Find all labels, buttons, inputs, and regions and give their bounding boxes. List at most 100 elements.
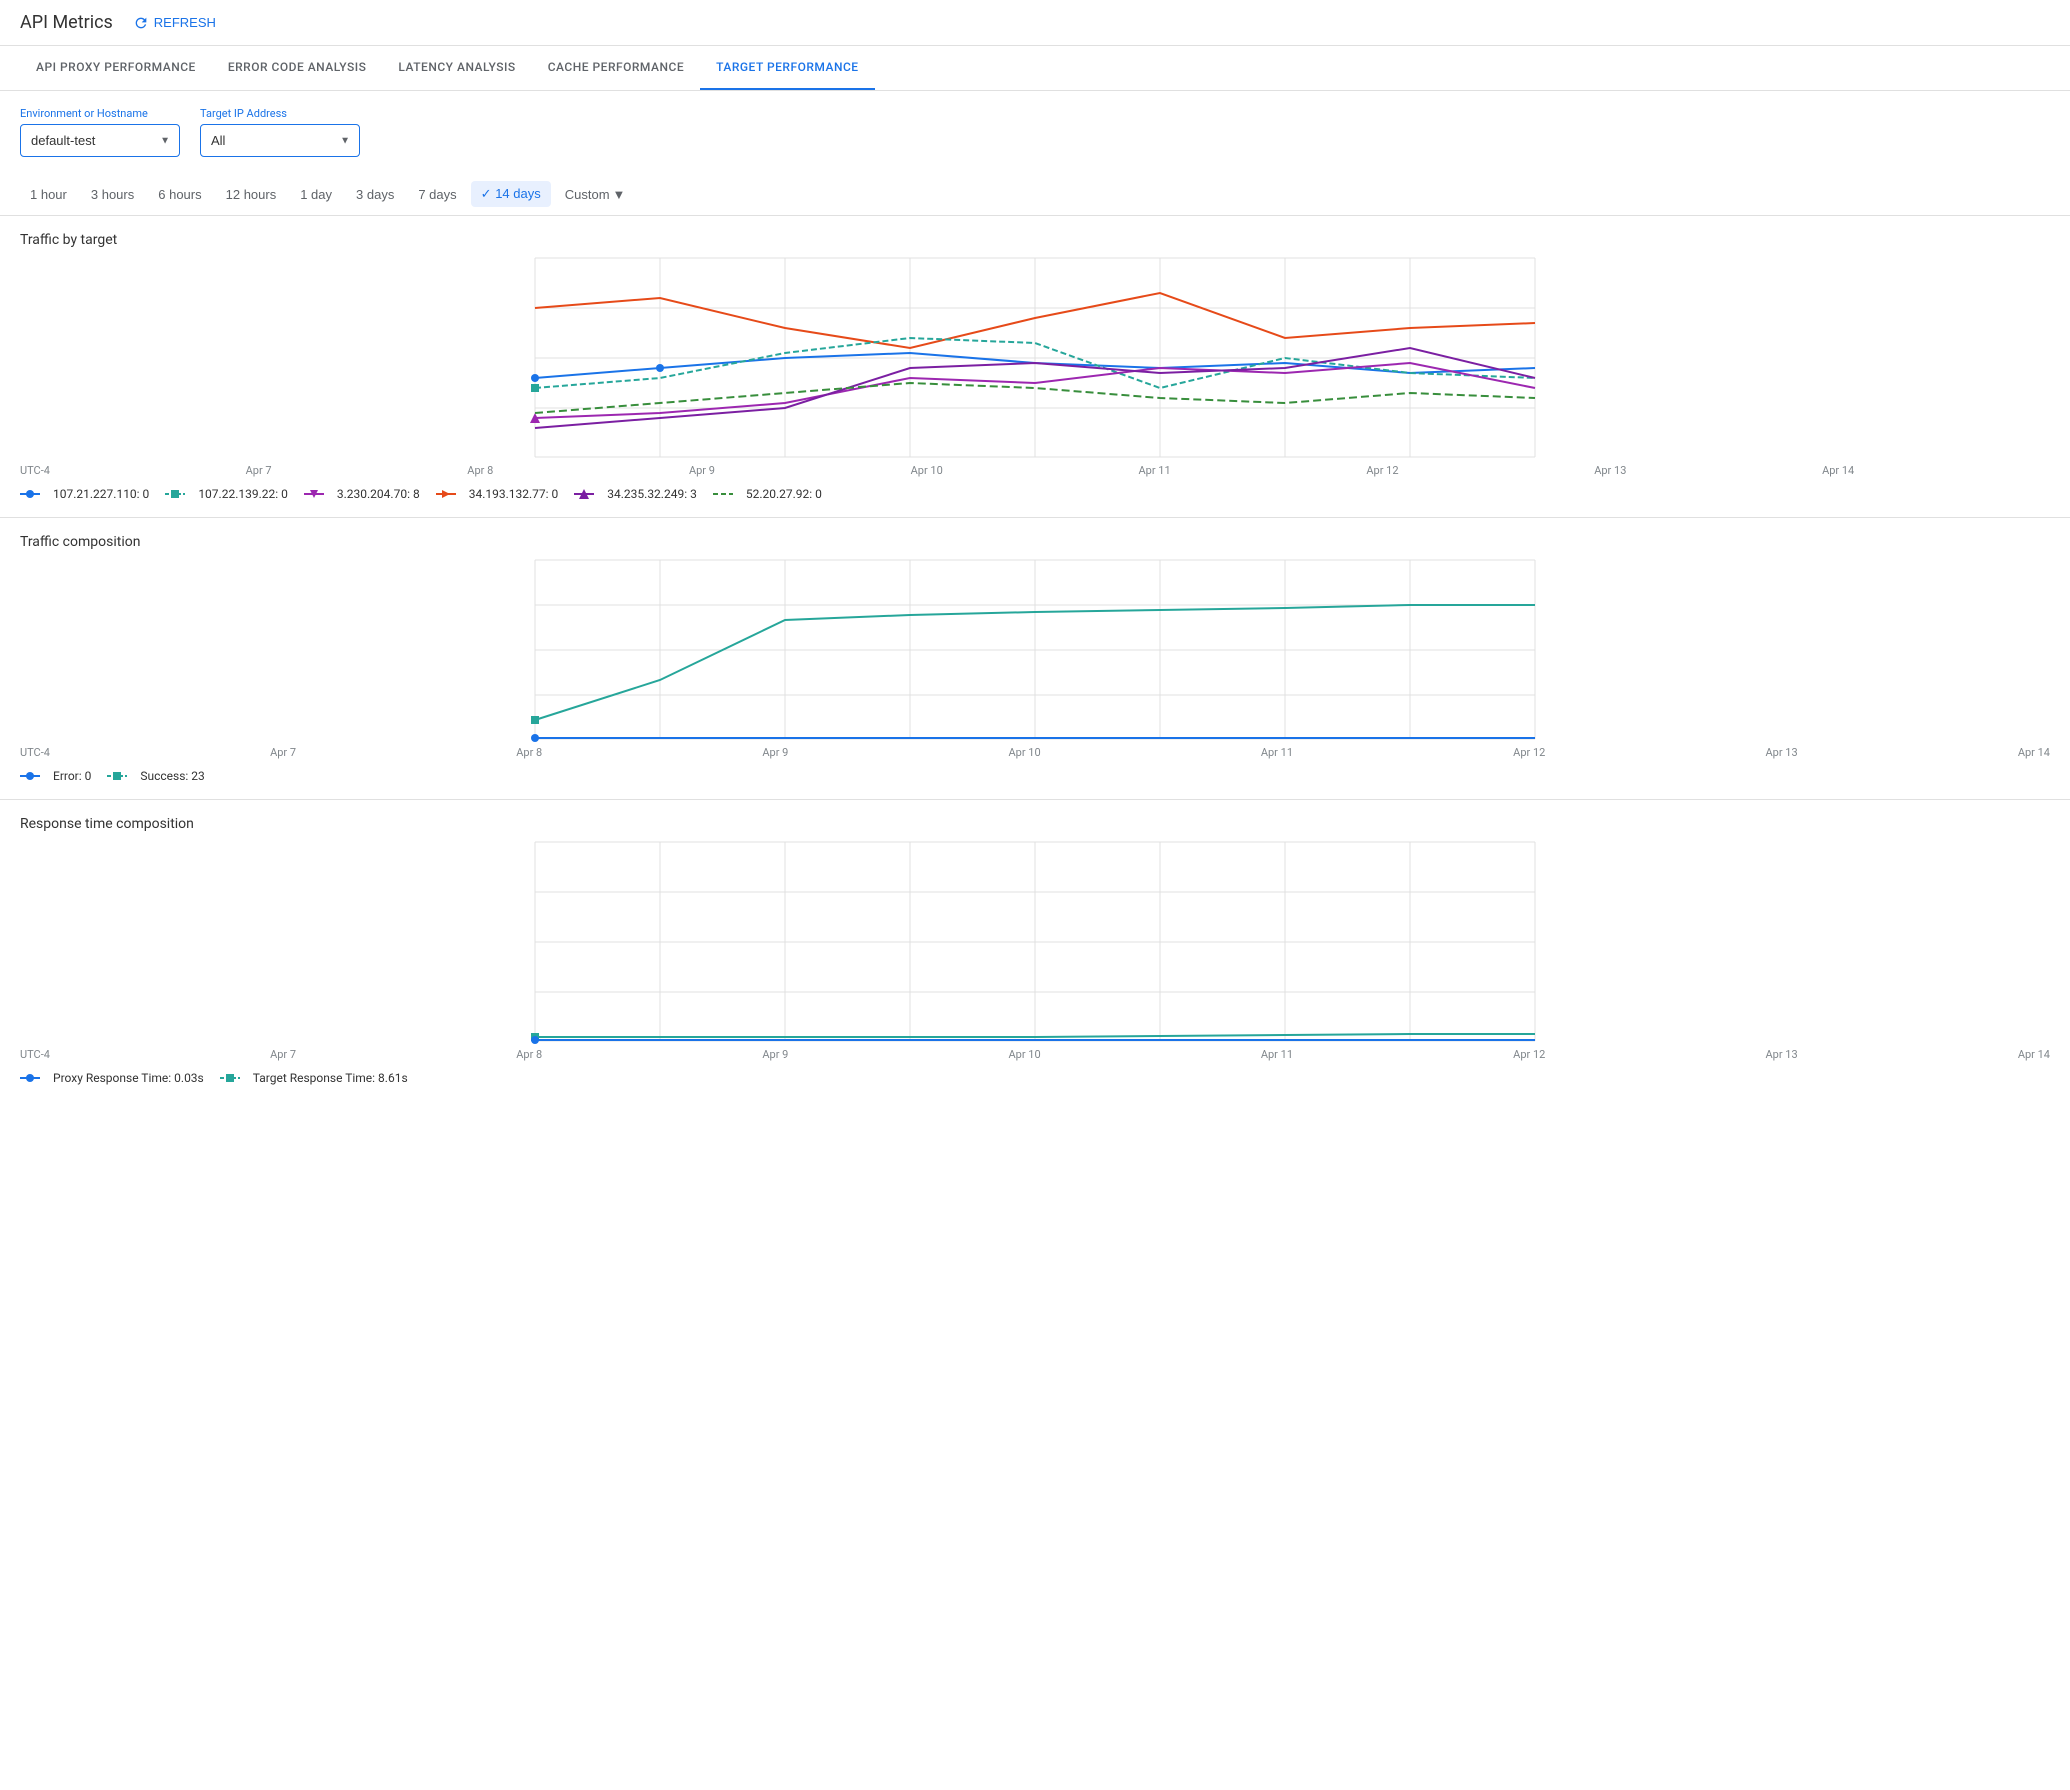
- legend-item-1: 107.21.227.110: 0: [20, 487, 149, 501]
- legend-line-6: [713, 488, 741, 500]
- traffic-by-target-chart: UTC-4 Apr 7 Apr 8 Apr 9 Apr 10 Apr 11 Ap…: [20, 258, 2050, 501]
- refresh-button[interactable]: REFRESH: [133, 15, 216, 31]
- time-12hours[interactable]: 12 hours: [216, 182, 287, 207]
- response-time-svg: [20, 842, 2050, 1042]
- x3-label-apr10: Apr 10: [1009, 1048, 1041, 1061]
- time-1day[interactable]: 1 day: [290, 182, 342, 207]
- x3-label-apr12: Apr 12: [1513, 1048, 1545, 1061]
- response-time-chart: UTC-4 Apr 7 Apr 8 Apr 9 Apr 10 Apr 11 Ap…: [20, 842, 2050, 1085]
- page-header: API Metrics REFRESH: [0, 0, 2070, 46]
- traffic-by-target-svg: [20, 258, 2050, 458]
- x2-label-apr7: Apr 7: [270, 746, 296, 759]
- checkmark-icon: ✓: [481, 186, 492, 201]
- legend-success-label: Success: 23: [140, 769, 204, 783]
- traffic-composition-chart: UTC-4 Apr 7 Apr 8 Apr 9 Apr 10 Apr 11 Ap…: [20, 560, 2050, 783]
- x2-label-apr12: Apr 12: [1513, 746, 1545, 759]
- traffic-composition-title: Traffic composition: [20, 534, 2050, 550]
- tab-api-proxy[interactable]: API PROXY PERFORMANCE: [20, 46, 212, 90]
- traffic-by-target-title: Traffic by target: [20, 232, 2050, 248]
- response-time-section: Response time composition: [0, 800, 2070, 1101]
- x-label-apr12: Apr 12: [1366, 464, 1398, 477]
- legend-proxy-label: Proxy Response Time: 0.03s: [53, 1071, 204, 1085]
- time-14days-label: 14 days: [495, 186, 541, 201]
- legend-line-2: [165, 488, 193, 500]
- tab-bar: API PROXY PERFORMANCE ERROR CODE ANALYSI…: [0, 46, 2070, 91]
- x2-label-apr10: Apr 10: [1009, 746, 1041, 759]
- legend-line-3: [304, 488, 332, 500]
- tab-error-code[interactable]: ERROR CODE ANALYSIS: [212, 46, 383, 90]
- traffic-target-x-labels: UTC-4 Apr 7 Apr 8 Apr 9 Apr 10 Apr 11 Ap…: [20, 464, 2050, 477]
- traffic-target-legend: 107.21.227.110: 0 107.22.139.22: 0 3.230…: [20, 487, 2050, 501]
- x-label-apr8: Apr 8: [467, 464, 493, 477]
- refresh-label: REFRESH: [154, 15, 216, 30]
- legend-error-line: [20, 770, 48, 782]
- legend-item-3: 3.230.204.70: 8: [304, 487, 420, 501]
- legend-line-5: [574, 488, 602, 500]
- target-ip-select-wrapper[interactable]: All: [200, 124, 360, 157]
- traffic-composition-section: Traffic composition: [0, 518, 2070, 800]
- environment-filter: Environment or Hostname default-test: [20, 107, 180, 157]
- legend-proxy-response: Proxy Response Time: 0.03s: [20, 1071, 204, 1085]
- page-title: API Metrics: [20, 12, 113, 33]
- legend-success-line: [107, 770, 135, 782]
- legend-target-response: Target Response Time: 8.61s: [220, 1071, 408, 1085]
- refresh-icon: [133, 15, 149, 31]
- time-7days[interactable]: 7 days: [408, 182, 466, 207]
- legend-label-5: 34.235.32.249: 3: [607, 487, 697, 501]
- traffic-comp-legend: Error: 0 Success: 23: [20, 769, 2050, 783]
- time-6hours[interactable]: 6 hours: [148, 182, 211, 207]
- x3-label-apr14: Apr 14: [2018, 1048, 2050, 1061]
- tab-target[interactable]: TARGET PERFORMANCE: [700, 46, 874, 90]
- time-3hours[interactable]: 3 hours: [81, 182, 144, 207]
- x2-label-apr13: Apr 13: [1765, 746, 1797, 759]
- x3-label-apr8: Apr 8: [516, 1048, 542, 1061]
- time-filter-bar: 1 hour 3 hours 6 hours 12 hours 1 day 3 …: [0, 173, 2070, 216]
- x3-label-apr11: Apr 11: [1261, 1048, 1293, 1061]
- custom-label: Custom: [565, 187, 610, 202]
- target-ip-label: Target IP Address: [200, 107, 360, 120]
- legend-label-4: 34.193.132.77: 0: [469, 487, 559, 501]
- legend-item-5: 34.235.32.249: 3: [574, 487, 697, 501]
- tab-latency[interactable]: LATENCY ANALYSIS: [382, 46, 531, 90]
- x3-label-apr9: Apr 9: [762, 1048, 788, 1061]
- x2-label-utc4: UTC-4: [20, 746, 50, 759]
- environment-select[interactable]: default-test: [20, 124, 180, 157]
- x2-label-apr8: Apr 8: [516, 746, 542, 759]
- x-label-apr13: Apr 13: [1594, 464, 1626, 477]
- legend-item-2: 107.22.139.22: 0: [165, 487, 288, 501]
- filter-bar: Environment or Hostname default-test Tar…: [0, 91, 2070, 173]
- response-time-x-labels: UTC-4 Apr 7 Apr 8 Apr 9 Apr 10 Apr 11 Ap…: [20, 1048, 2050, 1061]
- legend-proxy-line: [20, 1072, 48, 1084]
- legend-error-label: Error: 0: [53, 769, 91, 783]
- environment-select-wrapper[interactable]: default-test: [20, 124, 180, 157]
- chevron-down-icon: ▼: [613, 187, 626, 202]
- response-time-title: Response time composition: [20, 816, 2050, 832]
- target-ip-select[interactable]: All: [200, 124, 360, 157]
- traffic-composition-svg: [20, 560, 2050, 740]
- legend-success: Success: 23: [107, 769, 204, 783]
- traffic-by-target-section: Traffic by target: [0, 216, 2070, 518]
- x-label-apr14: Apr 14: [1822, 464, 1854, 477]
- legend-line-1: [20, 488, 48, 500]
- legend-target-line: [220, 1072, 248, 1084]
- time-3days[interactable]: 3 days: [346, 182, 404, 207]
- time-1hour[interactable]: 1 hour: [20, 182, 77, 207]
- environment-label: Environment or Hostname: [20, 107, 180, 120]
- x-label-apr7: Apr 7: [246, 464, 272, 477]
- traffic-comp-x-labels: UTC-4 Apr 7 Apr 8 Apr 9 Apr 10 Apr 11 Ap…: [20, 746, 2050, 759]
- x-label-apr10: Apr 10: [911, 464, 943, 477]
- legend-label-6: 52.20.27.92: 0: [746, 487, 822, 501]
- x2-label-apr14: Apr 14: [2018, 746, 2050, 759]
- x-label-utc4: UTC-4: [20, 464, 50, 477]
- time-14days[interactable]: ✓ 14 days: [471, 181, 551, 207]
- x2-label-apr11: Apr 11: [1261, 746, 1293, 759]
- tab-cache[interactable]: CACHE PERFORMANCE: [532, 46, 700, 90]
- legend-error: Error: 0: [20, 769, 91, 783]
- legend-item-6: 52.20.27.92: 0: [713, 487, 822, 501]
- legend-label-3: 3.230.204.70: 8: [337, 487, 420, 501]
- time-custom[interactable]: Custom ▼: [555, 182, 636, 207]
- legend-label-2: 107.22.139.22: 0: [198, 487, 288, 501]
- legend-line-4: [436, 488, 464, 500]
- legend-item-4: 34.193.132.77: 0: [436, 487, 559, 501]
- x3-label-utc4: UTC-4: [20, 1048, 50, 1061]
